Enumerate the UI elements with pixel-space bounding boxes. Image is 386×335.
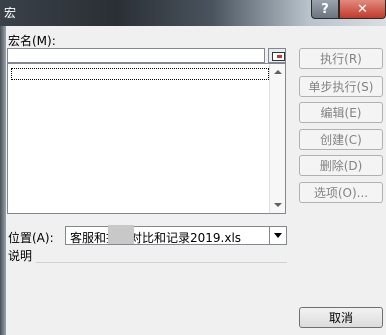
edit-button[interactable]: 编辑(E) — [299, 102, 383, 123]
window-frame-left — [0, 26, 6, 335]
list-focus-row — [11, 68, 269, 80]
run-button[interactable]: 执行(R) — [299, 48, 383, 69]
close-button[interactable]: ✕ — [339, 0, 386, 19]
close-icon: ✕ — [357, 1, 368, 17]
options-button[interactable]: 选项(O)... — [299, 182, 383, 203]
help-icon: ? — [321, 1, 329, 17]
window-title: 宏 — [4, 6, 17, 20]
macro-name-input[interactable] — [7, 48, 265, 63]
delete-button[interactable]: 删除(D) — [299, 155, 383, 176]
description-label: 说明 — [8, 249, 33, 263]
vertical-scrollbar[interactable] — [269, 64, 285, 213]
scroll-down-icon[interactable] — [274, 203, 282, 207]
redacted-mark — [108, 225, 134, 244]
help-button[interactable]: ? — [311, 0, 339, 19]
macro-name-label: 宏名(M): — [8, 34, 56, 48]
location-value: 客服和投诉对比和记录2019.xls — [70, 231, 242, 245]
description-text — [7, 268, 287, 298]
location-label: 位置(A): — [8, 231, 54, 245]
scroll-up-icon[interactable] — [274, 70, 282, 74]
create-button[interactable]: 创建(C) — [299, 129, 383, 150]
chevron-down-icon — [274, 233, 282, 238]
location-select[interactable]: 客服和投诉对比和记录2019.xls — [65, 226, 287, 245]
location-dropdown-button[interactable] — [269, 227, 286, 244]
description-divider — [36, 262, 287, 263]
step-into-button[interactable]: 单步执行(S) — [299, 76, 383, 97]
macro-list[interactable] — [7, 63, 286, 214]
title-bar[interactable]: 宏 ? ✕ — [0, 0, 386, 26]
cancel-button[interactable]: 取消 — [299, 307, 383, 328]
cell-picker-button[interactable] — [268, 48, 286, 63]
